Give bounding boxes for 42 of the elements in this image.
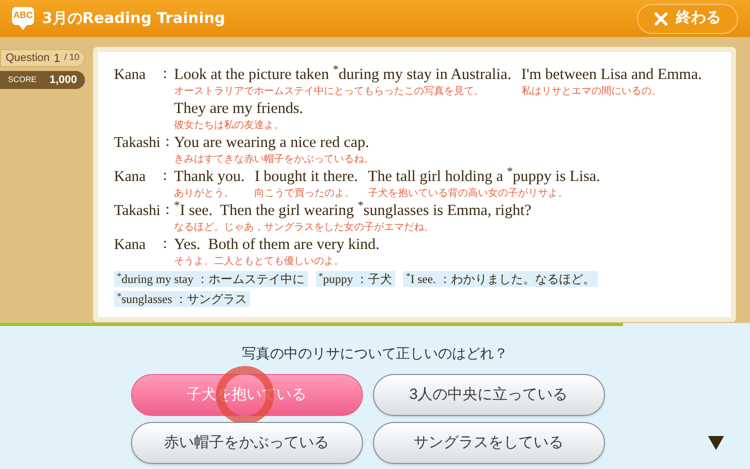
japanese-translation: ありがとう。 — [174, 187, 235, 200]
english-sentence: I bought it there. — [254, 167, 358, 187]
speaker-name: Kana — [114, 168, 146, 187]
glossary-note: $^{*}$during my stay ：ホームステイ中に — [114, 271, 308, 287]
speaker-name: Kana — [114, 66, 146, 85]
japanese-translation: 私はリサとエマの間にいるの。 — [521, 85, 662, 98]
japanese-translation: 彼女たちは私の友達よ。 — [174, 119, 285, 132]
colon-separator: ： — [160, 202, 174, 220]
english-sentence: $^{*}$I see. Then the girl wearing $^{*}$sunglasses is Emma, right? — [174, 200, 532, 221]
answer-button[interactable]: 赤い帽子をかぶっている — [130, 422, 362, 464]
next-arrow-icon[interactable] — [708, 436, 724, 450]
english-sentence: Yes. Both of them are very kind. — [174, 235, 380, 255]
japanese-translation: きみはすてきな赤い帽子をかぶっているね。 — [174, 153, 374, 166]
english-sentence: The tall girl holding a $^{*}$puppy is Lisa. — [368, 166, 600, 187]
colon-separator: ： — [158, 66, 172, 84]
english-sentence: Thank you. — [174, 167, 245, 187]
app-title: 3月のReading Training — [42, 8, 226, 30]
answer-button[interactable]: 3人の中央に立っている — [372, 374, 604, 416]
japanese-translation: 向こうで買ったのよ。 — [254, 187, 356, 200]
colon-separator: ： — [160, 134, 174, 152]
english-sentence: Look at the picture taken $^{*}$during my stay in Australia. — [174, 64, 512, 85]
colon-separator: ： — [158, 236, 172, 254]
japanese-translation: 子犬を抱いている背の高い女の子がリサよ。 — [368, 187, 569, 200]
glossary-note: $^{*}$sunglasses ：サングラス — [114, 291, 250, 307]
speaker-name: Takashi — [114, 202, 160, 221]
glossary-note: $^{*}$I see. ：わかりました。なるほど。 — [403, 271, 598, 287]
close-icon — [654, 12, 668, 26]
logo-text: ABC — [13, 11, 33, 20]
glossary-note: $^{*}$puppy ：子犬 — [316, 271, 395, 287]
english-sentence: They are my friends. — [174, 99, 304, 119]
japanese-translation: なるほど。じゃあ，サングラスをした女の子がエマだね。 — [174, 221, 435, 234]
speaker-name: Takashi — [114, 134, 160, 153]
english-sentence: You are wearing a nice red cap. — [174, 133, 370, 153]
answer-button[interactable]: サングラスをしている — [372, 422, 604, 464]
score-display: SCORE 1,000 — [0, 71, 85, 89]
question-counter: Question 1 / 10 — [0, 49, 85, 67]
japanese-translation: オーストラリアでホームステイ中にとってもらったこの写真を見て。 — [174, 85, 485, 98]
colon-separator: ： — [158, 168, 172, 186]
speaker-name: Kana — [114, 236, 146, 255]
japanese-translation: そうよ。二人ともとても優しいのよ。 — [174, 255, 345, 268]
english-sentence: I'm between Lisa and Emma. — [521, 65, 702, 85]
question-text: 写真の中のリサについて正しいのはどれ？ — [242, 344, 508, 363]
